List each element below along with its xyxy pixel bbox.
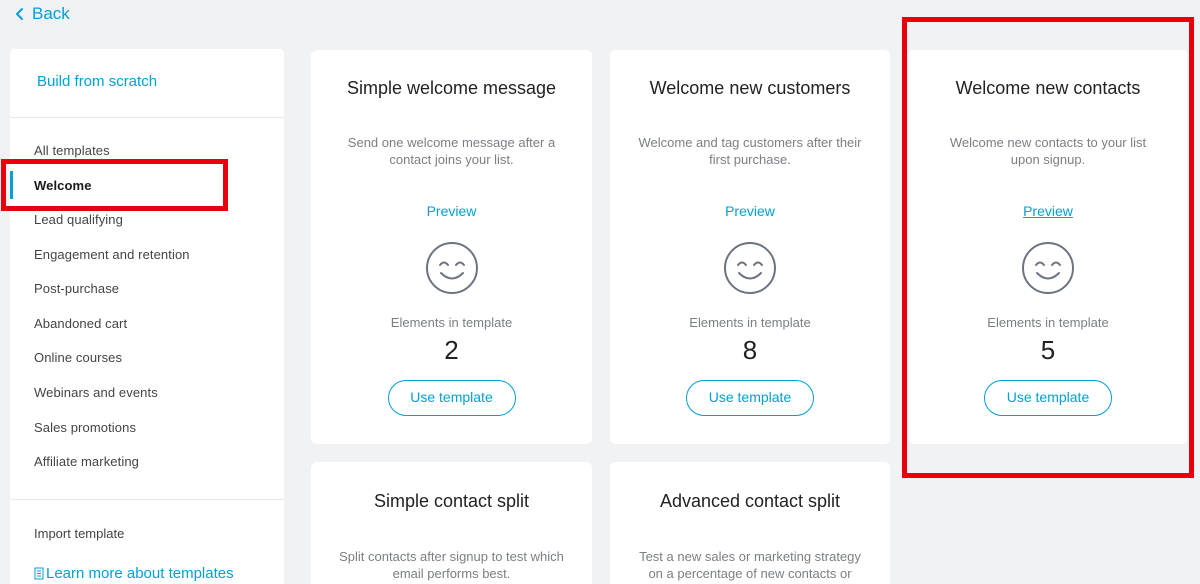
sidebar-item-welcome[interactable]: Welcome	[34, 178, 92, 193]
template-card: Simple contact split Split contacts afte…	[311, 462, 592, 584]
sidebar-item-abandoned-cart[interactable]: Abandoned cart	[34, 316, 127, 331]
card-description: Welcome new contacts to your list upon s…	[949, 135, 1147, 167]
use-template-button[interactable]: Use template	[686, 380, 814, 416]
sidebar-item-affiliate-marketing[interactable]: Affiliate marketing	[34, 454, 139, 469]
template-card: Welcome new customers Welcome and tag cu…	[610, 50, 890, 444]
card-title: Advanced contact split	[659, 491, 841, 511]
elements-label: Elements in template	[689, 315, 811, 330]
smiley-face-icon	[1022, 242, 1074, 294]
sidebar-item-webinars-events[interactable]: Webinars and events	[34, 385, 158, 400]
template-card: Advanced contact split Test a new sales …	[610, 462, 890, 584]
template-card: Simple welcome message Send one welcome …	[311, 50, 592, 444]
preview-link[interactable]: Preview	[311, 203, 592, 219]
import-template-link[interactable]: Import template	[34, 526, 124, 541]
learn-more-link[interactable]: Learn more about templates	[34, 565, 234, 582]
learn-more-label: Learn more about templates	[46, 565, 234, 582]
sidebar-item-all-templates[interactable]: All templates	[34, 143, 110, 158]
sidebar-item-lead-qualifying[interactable]: Lead qualifying	[34, 212, 123, 227]
card-title: Simple welcome message	[346, 78, 557, 98]
use-template-button[interactable]: Use template	[984, 380, 1112, 416]
back-label: Back	[32, 4, 70, 23]
card-description: Send one welcome message after a contact…	[347, 135, 556, 167]
card-title: Welcome new contacts	[955, 78, 1141, 98]
smiley-face-icon	[425, 242, 478, 294]
template-card: Welcome new contacts Welcome new contact…	[908, 50, 1188, 444]
card-description: Split contacts after signup to test whic…	[339, 549, 564, 581]
chevron-left-icon	[16, 8, 23, 20]
smiley-face-icon	[724, 242, 776, 294]
sidebar-divider	[10, 117, 284, 118]
card-description: Welcome and tag customers after their fi…	[638, 135, 862, 167]
document-icon	[34, 567, 44, 580]
sidebar-item-engagement-retention[interactable]: Engagement and retention	[34, 247, 190, 262]
sidebar-divider	[10, 499, 284, 500]
build-from-scratch-link[interactable]: Build from scratch	[37, 73, 157, 90]
sidebar-item-post-purchase[interactable]: Post-purchase	[34, 281, 119, 296]
card-title: Simple contact split	[373, 491, 530, 511]
use-template-button[interactable]: Use template	[387, 380, 516, 416]
elements-count: 5	[1040, 335, 1056, 365]
elements-label: Elements in template	[987, 315, 1109, 330]
card-description: Test a new sales or marketing strategy o…	[639, 549, 861, 581]
elements-count: 2	[444, 335, 459, 365]
sidebar-item-sales-promotions[interactable]: Sales promotions	[34, 420, 136, 435]
sidebar-item-online-courses[interactable]: Online courses	[34, 350, 122, 365]
preview-link[interactable]: Preview	[908, 203, 1188, 219]
preview-link[interactable]: Preview	[610, 203, 890, 219]
elements-count: 8	[742, 335, 758, 365]
elements-label: Elements in template	[390, 315, 513, 330]
template-sidebar: Build from scratch All templates Welcome…	[10, 49, 284, 584]
back-link[interactable]: Back	[14, 4, 70, 24]
card-title: Welcome new customers	[649, 78, 851, 98]
preview-label: Preview	[1023, 203, 1073, 219]
active-indicator	[10, 171, 13, 199]
